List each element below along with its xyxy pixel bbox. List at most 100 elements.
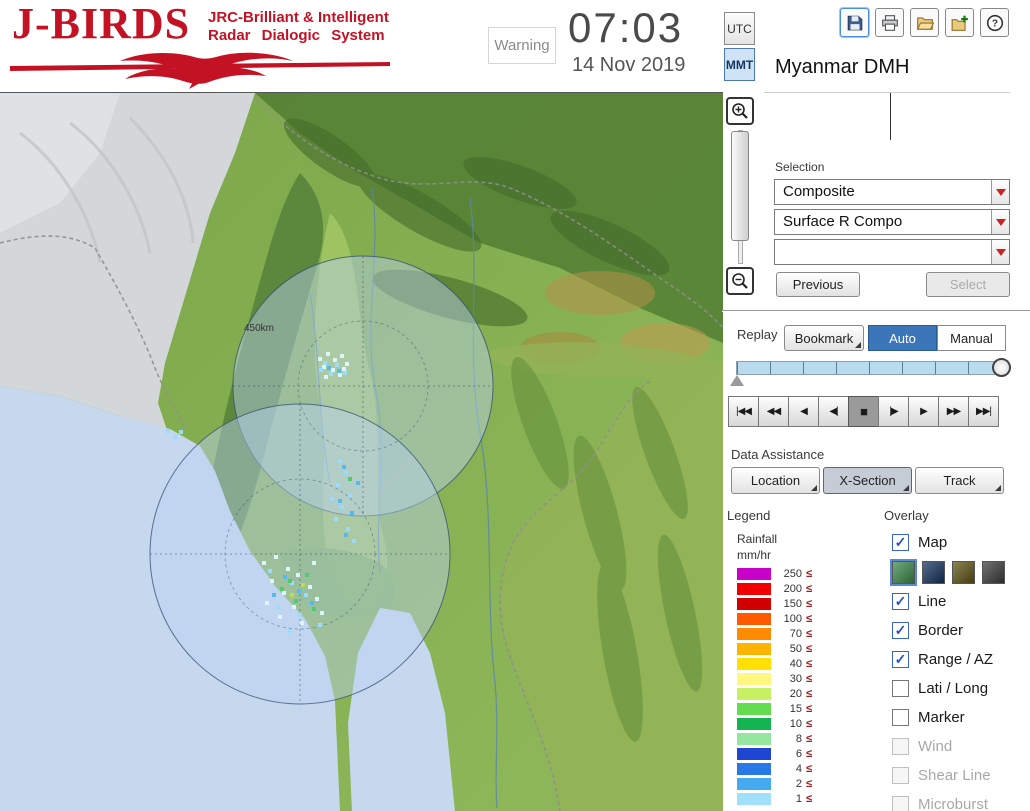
legend-row: 50 ≤: [737, 641, 812, 656]
map-style-swatch-3[interactable]: [982, 560, 1005, 584]
timeline-thumb[interactable]: [992, 358, 1011, 377]
legend-lte-sign: ≤: [806, 762, 813, 775]
playback-stop-button[interactable]: ■: [848, 396, 879, 427]
bookmark-button[interactable]: Bookmark: [784, 325, 864, 351]
option-dropdown[interactable]: [774, 239, 1010, 265]
overlay-item-shear-line[interactable]: Shear Line: [892, 761, 1030, 790]
header: J-BIRDS JRC-Brilliant & Intelligent Rada…: [0, 0, 1030, 92]
zoom-slider-thumb[interactable]: [731, 131, 749, 241]
legend-unit: mm/hr: [737, 548, 771, 562]
print-button[interactable]: [875, 8, 904, 37]
legend-value: 40: [789, 657, 802, 670]
playback-fast-rewind-button[interactable]: ◀◀: [758, 396, 789, 427]
legend-color-swatch: [737, 687, 771, 700]
legend-row: 40 ≤: [737, 656, 812, 671]
track-button[interactable]: Track: [915, 467, 1004, 494]
legend-value: 250: [783, 567, 802, 580]
playback-rewind-button[interactable]: ◀: [788, 396, 819, 427]
checked-checkbox[interactable]: ✓: [892, 593, 909, 610]
overlay-item-line[interactable]: ✓ Line: [892, 587, 1030, 616]
station-name: Myanmar DMH: [775, 56, 910, 78]
unchecked-checkbox[interactable]: [892, 709, 909, 726]
overlay-item-label: Range / AZ: [918, 651, 994, 668]
playback-fast-forward-button[interactable]: ▶▶: [938, 396, 969, 427]
playback-step-back-button[interactable]: ◀|: [818, 396, 849, 427]
chevron-down-icon[interactable]: [991, 210, 1009, 234]
product-dropdown-value: Surface R Compo: [783, 213, 903, 230]
svg-text:?: ?: [991, 18, 997, 29]
playback-step-forward-button[interactable]: |▶: [878, 396, 909, 427]
location-button[interactable]: Location: [731, 467, 820, 494]
map-style-swatch-0[interactable]: [890, 558, 917, 586]
overlay-item-label: Lati / Long: [918, 680, 989, 697]
help-icon: ?: [986, 14, 1003, 31]
legend-color-swatch: [737, 777, 771, 790]
xsection-button[interactable]: X-Section: [823, 467, 912, 494]
legend-value: 4: [795, 762, 802, 775]
save-button[interactable]: [840, 8, 869, 37]
unchecked-checkbox[interactable]: [892, 796, 909, 811]
magnifier-minus-icon: [732, 273, 748, 289]
map-style-swatch-2[interactable]: [952, 560, 975, 584]
app-logo: J-BIRDS: [12, 0, 191, 48]
previous-button[interactable]: Previous: [776, 272, 860, 297]
select-button[interactable]: Select: [926, 272, 1010, 297]
legend-row: 4 ≤: [737, 761, 812, 776]
map-style-swatch-1[interactable]: [922, 560, 945, 584]
overlay-item-label: Shear Line: [918, 767, 991, 784]
checked-checkbox[interactable]: ✓: [892, 622, 909, 639]
legend-row: 70 ≤: [737, 626, 812, 641]
checked-checkbox[interactable]: ✓: [892, 534, 909, 551]
legend-row: 10 ≤: [737, 716, 812, 731]
legend-lte-sign: ≤: [806, 642, 813, 655]
product-dropdown[interactable]: Surface R Compo: [774, 209, 1010, 235]
legend-lte-sign: ≤: [806, 672, 813, 685]
warning-button[interactable]: Warning: [488, 27, 556, 64]
playback-last-button[interactable]: ▶▶|: [968, 396, 999, 427]
checked-checkbox[interactable]: ✓: [892, 651, 909, 668]
unchecked-checkbox[interactable]: [892, 767, 909, 784]
overlay-item-lati-long[interactable]: Lati / Long: [892, 674, 1030, 703]
overlay-item-range-az[interactable]: ✓ Range / AZ: [892, 645, 1030, 674]
legend-lte-sign: ≤: [806, 582, 813, 595]
manual-mode-button[interactable]: Manual: [937, 325, 1006, 351]
auto-mode-button[interactable]: Auto: [868, 325, 937, 351]
legend-row: 30 ≤: [737, 671, 812, 686]
chevron-down-icon[interactable]: [991, 240, 1009, 264]
playback-play-button[interactable]: ▶: [908, 396, 939, 427]
overlay-item-map[interactable]: ✓ Map: [892, 528, 1030, 557]
utc-button[interactable]: UTC: [724, 12, 755, 45]
legend-color-swatch: [737, 762, 771, 775]
legend-color-swatch: [737, 597, 771, 610]
unchecked-checkbox[interactable]: [892, 738, 909, 755]
range-label: 450km: [244, 323, 274, 334]
legend-value: 20: [789, 687, 802, 700]
overlay-item-wind[interactable]: Wind: [892, 732, 1030, 761]
chevron-down-icon[interactable]: [991, 180, 1009, 204]
legend-color-swatch: [737, 732, 771, 745]
unchecked-checkbox[interactable]: [892, 680, 909, 697]
zoom-in-button[interactable]: [726, 97, 754, 125]
overlay-item-label: Marker: [918, 709, 965, 726]
overlay-item-microburst[interactable]: Microburst: [892, 790, 1030, 811]
zoom-out-button[interactable]: [726, 267, 754, 295]
legend-lte-sign: ≤: [806, 687, 813, 700]
help-button[interactable]: ?: [980, 8, 1009, 37]
overlay-item-label: Wind: [918, 738, 953, 755]
radar-map[interactable]: 450km: [0, 93, 723, 811]
overlay-item-label: Map: [918, 534, 948, 551]
overlay-item-marker[interactable]: Marker: [892, 703, 1030, 732]
replay-timeline-slider[interactable]: [736, 361, 1007, 375]
legend-value: 6: [795, 747, 802, 760]
legend-value: 30: [789, 672, 802, 685]
open-folder-button[interactable]: [910, 8, 939, 37]
playback-controls: |◀◀ ◀◀ ◀ ◀| ■ |▶ ▶ ▶▶ ▶▶|: [728, 396, 999, 427]
add-folder-button[interactable]: [945, 8, 974, 37]
mmt-button[interactable]: MMT: [724, 48, 755, 81]
data-assistance-label: Data Assistance: [731, 447, 825, 462]
legend-lte-sign: ≤: [806, 717, 813, 730]
overlay-item-border[interactable]: ✓ Border: [892, 616, 1030, 645]
composite-dropdown[interactable]: Composite: [774, 179, 1010, 205]
playback-first-button[interactable]: |◀◀: [728, 396, 759, 427]
logo-subtitle-2: Radar Dialogic System: [208, 27, 385, 44]
